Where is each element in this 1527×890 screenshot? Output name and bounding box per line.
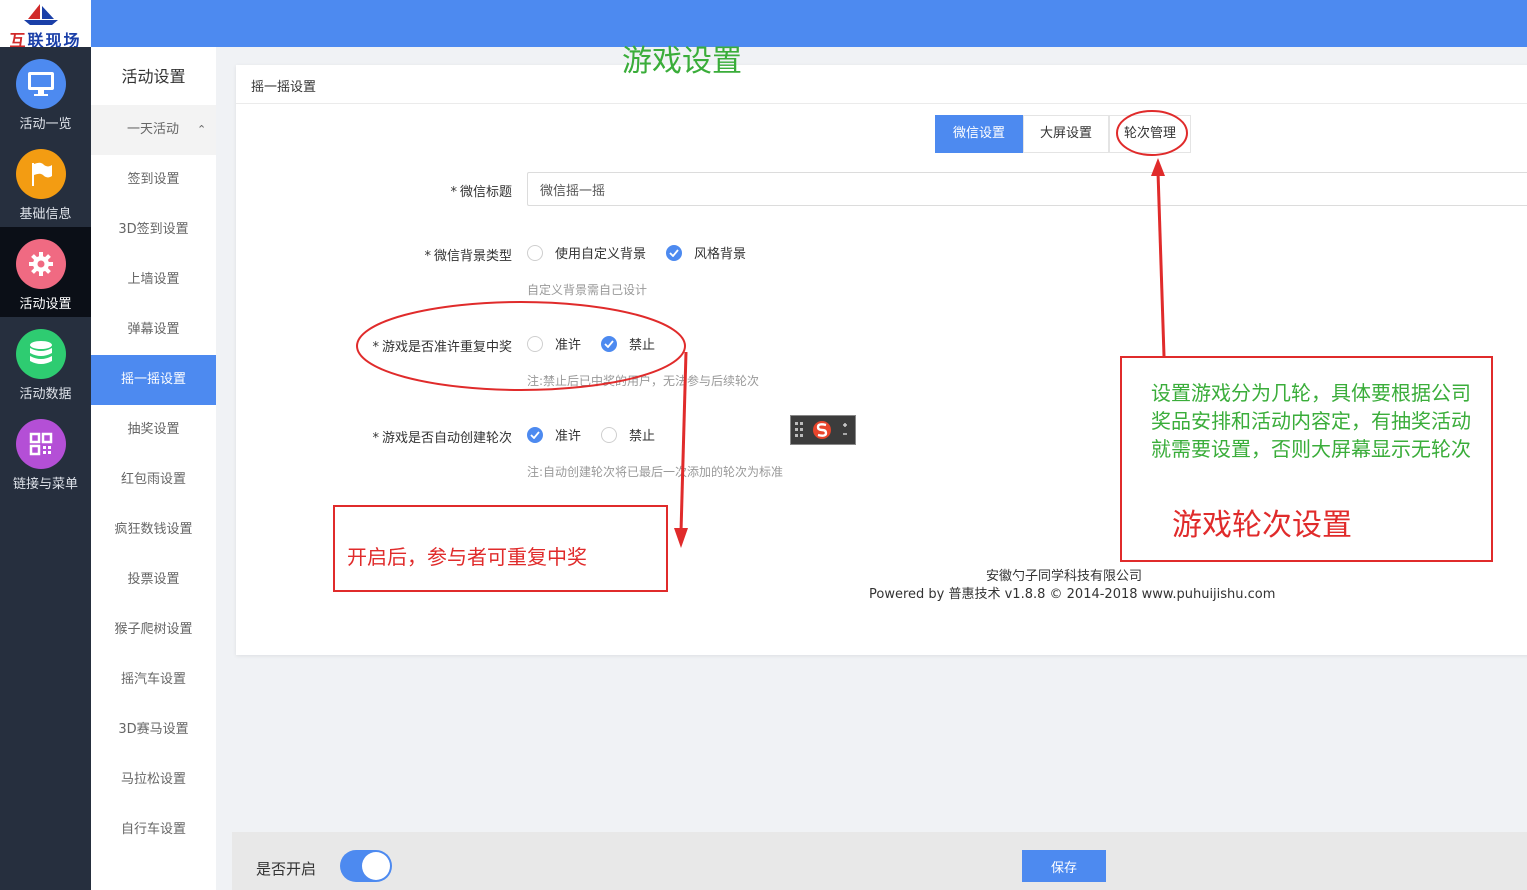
subnav-item[interactable]: 3D赛马设置	[91, 705, 216, 755]
radio-label: 使用自定义背景	[555, 247, 647, 262]
footer-company: 安徽勺子同学科技有限公司	[986, 569, 1143, 584]
annotation-rounds-note: 设置游戏分为几轮，具体要根据公司 奖品安排和活动内容定，有抽奖活动 就需要设置，…	[1151, 379, 1471, 463]
database-icon	[16, 329, 66, 379]
repeat-win-hint: 注:禁止后已中奖的用户，无法参与后续轮次	[527, 374, 760, 388]
subnav-item-shake-active[interactable]: 摇一摇设置	[91, 355, 216, 405]
radio-label: 准许	[555, 338, 582, 353]
card-title: 摇一摇设置	[251, 80, 317, 95]
subnav-item[interactable]: 摇汽车设置	[91, 655, 216, 705]
auto-round-label: * 游戏是否自动创建轮次	[372, 431, 512, 446]
radio-label: 禁止	[629, 429, 656, 444]
tab-wechat-settings[interactable]: 微信设置	[935, 115, 1023, 153]
wechat-title-label: * 微信标题	[450, 185, 512, 200]
annotation-title: 游戏设置	[622, 44, 742, 79]
nav-label: 活动一览	[19, 117, 72, 132]
enable-toggle[interactable]	[340, 850, 392, 882]
radio-custom-bg[interactable]	[527, 244, 543, 261]
bg-type-radio-group: 使用自定义背景 风格背景	[527, 243, 766, 262]
subnav-group-label: 一天活动	[127, 122, 180, 137]
annotation-rounds-title: 游戏轮次设置	[1172, 508, 1352, 543]
radio-forbid-repeat[interactable]	[601, 335, 618, 352]
ime-sogou-icon	[795, 421, 847, 439]
nav-item-activity-overview[interactable]: 活动一览	[0, 47, 91, 137]
ship-logo-icon	[24, 4, 58, 25]
radio-style-bg[interactable]	[666, 244, 683, 261]
annotation-box-rounds: 设置游戏分为几轮，具体要根据公司 奖品安排和活动内容定，有抽奖活动 就需要设置，…	[1120, 356, 1493, 562]
radio-allow-auto[interactable]	[527, 426, 543, 443]
subnav-item[interactable]: 上墙设置	[91, 255, 216, 305]
tab-bigscreen-settings[interactable]: 大屏设置	[1023, 115, 1109, 153]
check-icon	[604, 339, 614, 348]
radio-label: 风格背景	[694, 247, 747, 262]
secondary-sidebar: 活动设置 一天活动 ⌃ 签到设置 3D签到设置 上墙设置 弹幕设置 摇一摇设置 …	[91, 47, 216, 890]
subnav-item[interactable]: 3D签到设置	[91, 205, 216, 255]
nav-label: 基础信息	[19, 207, 72, 222]
monitor-icon	[16, 59, 66, 109]
logo-text: 互联现场	[9, 31, 82, 47]
radio-label: 准许	[555, 429, 582, 444]
top-bar	[0, 0, 1527, 47]
radio-allow-repeat[interactable]	[527, 335, 543, 352]
subnav-item[interactable]: 签到设置	[91, 155, 216, 205]
subnav-item[interactable]: 猴子爬树设置	[91, 605, 216, 655]
wechat-title-input[interactable]	[527, 172, 1527, 206]
check-icon	[530, 430, 540, 439]
annotation-line: 就需要设置，否则大屏幕显示无轮次	[1151, 437, 1471, 461]
gear-icon	[16, 239, 66, 289]
nav-item-activity-settings[interactable]: 活动设置	[0, 227, 91, 317]
auto-round-hint: 注:自动创建轮次将已最后一次添加的轮次为标准	[527, 465, 784, 479]
auto-round-radio-group: 准许 禁止	[527, 425, 675, 444]
toggle-knob	[362, 852, 390, 880]
chevron-up-icon: ⌃	[197, 123, 207, 136]
settings-tabs: 微信设置 大屏设置 轮次管理	[935, 115, 1191, 153]
enable-label: 是否开启	[256, 860, 317, 878]
annotation-box-repeat: 开启后，参与者可重复中奖	[333, 505, 668, 592]
repeat-win-radio-group: 准许 禁止	[527, 334, 675, 353]
ime-toolbar[interactable]	[790, 415, 856, 445]
annotation-line: 设置游戏分为几轮，具体要根据公司	[1151, 381, 1471, 405]
nav-label: 活动数据	[19, 387, 72, 402]
subnav-title: 活动设置	[121, 67, 186, 86]
main-sidebar: 活动一览 基础信息 活动设置 活动数据 链接与菜单	[0, 47, 91, 890]
nav-item-basic-info[interactable]: 基础信息	[0, 137, 91, 227]
repeat-win-label: * 游戏是否准许重复中奖	[372, 340, 512, 355]
subnav-item[interactable]: 投票设置	[91, 555, 216, 605]
subnav-item[interactable]: 疯狂数钱设置	[91, 505, 216, 555]
annotation-repeat-note: 开启后，参与者可重复中奖	[347, 545, 587, 569]
flag-icon	[16, 149, 66, 199]
qrcode-icon	[16, 419, 66, 469]
nav-item-links-menus[interactable]: 链接与菜单	[0, 407, 91, 497]
subnav-group-one-day[interactable]: 一天活动 ⌃	[91, 105, 216, 155]
subnav-item[interactable]: 弹幕设置	[91, 305, 216, 355]
wechat-bg-type-label: * 微信背景类型	[424, 249, 512, 264]
nav-label: 链接与菜单	[12, 477, 78, 492]
radio-label: 禁止	[629, 338, 656, 353]
footer-powered-by: Powered by 普惠技术 v1.8.8 © 2014-2018 www.p…	[869, 587, 1276, 602]
radio-forbid-auto[interactable]	[601, 426, 618, 443]
subnav-item[interactable]: 抽奖设置	[91, 405, 216, 455]
subnav-item[interactable]: 自行车设置	[91, 805, 216, 855]
subnav-item[interactable]: 红包雨设置	[91, 455, 216, 505]
save-button[interactable]: 保存	[1022, 850, 1106, 882]
check-icon	[669, 248, 679, 257]
tab-round-management[interactable]: 轮次管理	[1109, 115, 1191, 153]
card-header: 摇一摇设置	[236, 65, 1527, 104]
nav-item-activity-data[interactable]: 活动数据	[0, 317, 91, 407]
subnav-item[interactable]: 马拉松设置	[91, 755, 216, 805]
nav-label: 活动设置	[19, 297, 72, 312]
bg-type-hint: 自定义背景需自己设计	[527, 283, 648, 297]
bottom-action-bar: 是否开启 保存	[232, 832, 1527, 890]
annotation-line: 奖品安排和活动内容定，有抽奖活动	[1151, 409, 1471, 433]
app-logo[interactable]: 互联现场	[0, 0, 91, 47]
